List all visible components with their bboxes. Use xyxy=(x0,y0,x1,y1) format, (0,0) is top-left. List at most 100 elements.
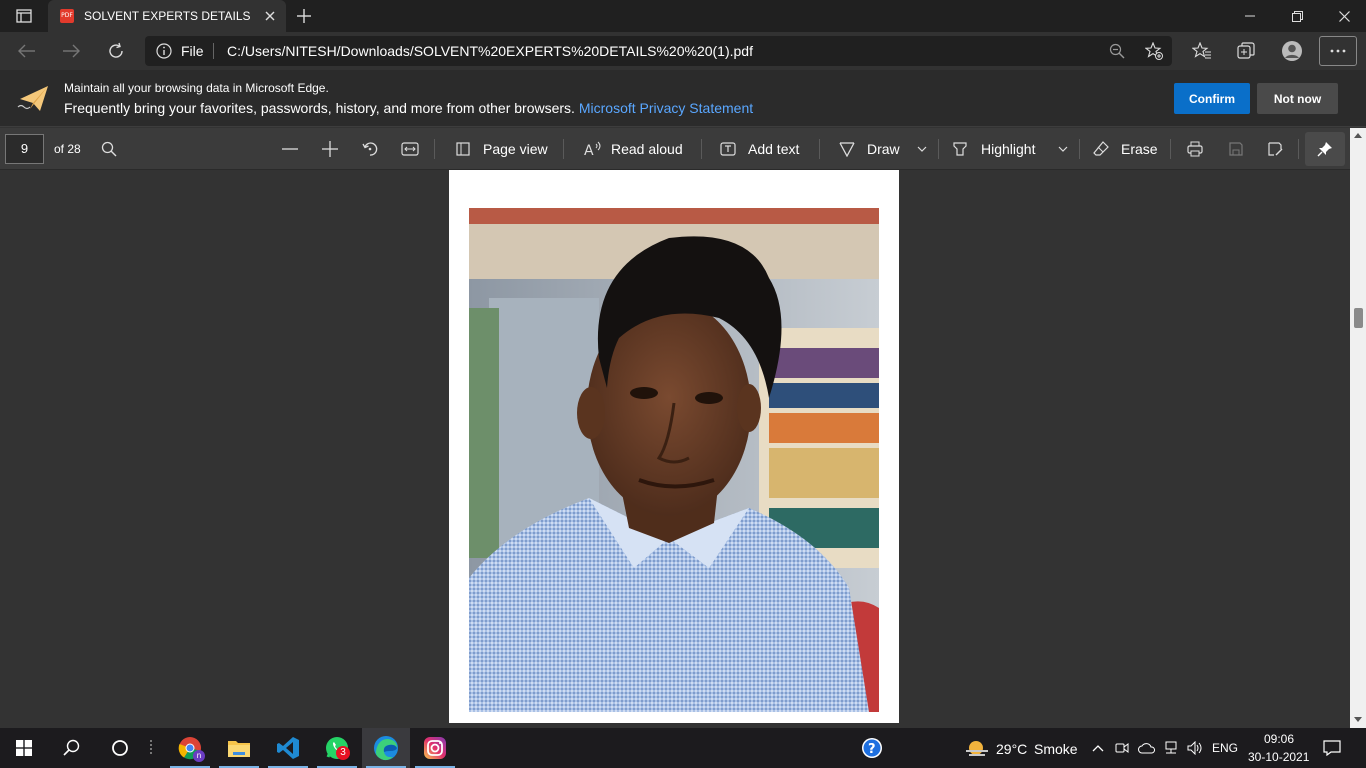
rotate-icon[interactable] xyxy=(361,140,379,158)
eraser-icon[interactable] xyxy=(1092,140,1110,158)
notifications-icon[interactable] xyxy=(1322,739,1342,757)
page-view-icon[interactable] xyxy=(454,140,472,158)
more-menu-icon[interactable] xyxy=(1319,36,1357,66)
favorites-icon[interactable] xyxy=(1190,41,1214,61)
pdf-toolbar: 9 of 28 Page view A Read aloud Add text … xyxy=(0,128,1366,170)
read-aloud-icon[interactable]: A xyxy=(583,140,603,158)
add-text-button[interactable]: Add text xyxy=(748,141,799,157)
save-as-icon[interactable] xyxy=(1266,140,1284,158)
toolbar-divider xyxy=(1079,139,1080,159)
weather-widget[interactable]: 29°C Smoke xyxy=(962,728,1082,768)
highlight-button[interactable]: Highlight xyxy=(981,141,1035,157)
task-view-divider xyxy=(150,740,152,756)
page-number-input[interactable]: 9 xyxy=(5,134,44,164)
tab-actions-icon[interactable] xyxy=(14,8,34,24)
taskbar-file-explorer[interactable] xyxy=(215,728,263,768)
read-aloud-button[interactable]: Read aloud xyxy=(611,141,683,157)
toolbar-divider xyxy=(701,139,702,159)
draw-icon[interactable] xyxy=(838,140,856,158)
tab-pdf[interactable]: PDF SOLVENT EXPERTS DETAILS (1).pdf xyxy=(48,0,286,32)
highlight-icon[interactable] xyxy=(951,140,969,158)
collections-icon[interactable] xyxy=(1234,41,1258,61)
help-tips-button[interactable]: ? xyxy=(848,728,896,768)
pdf-page xyxy=(449,170,899,723)
privacy-statement-link[interactable]: Microsoft Privacy Statement xyxy=(579,100,753,116)
onedrive-icon[interactable] xyxy=(1138,740,1156,756)
close-window-icon[interactable] xyxy=(1332,6,1356,26)
taskbar-whatsapp[interactable]: 3 xyxy=(313,728,361,768)
save-icon[interactable] xyxy=(1227,140,1245,158)
zoom-out-icon[interactable] xyxy=(1107,42,1127,60)
back-icon[interactable] xyxy=(16,41,38,61)
taskbar-edge[interactable] xyxy=(362,728,410,768)
zoom-in-pdf-icon[interactable] xyxy=(321,140,339,158)
close-tab-icon[interactable] xyxy=(262,8,278,24)
restore-icon[interactable] xyxy=(1285,6,1309,26)
tab-title: SOLVENT EXPERTS DETAILS (1).pdf xyxy=(84,9,254,23)
erase-button[interactable]: Erase xyxy=(1121,141,1158,157)
show-hidden-icons-icon[interactable] xyxy=(1090,740,1106,756)
add-text-icon[interactable] xyxy=(719,140,737,158)
cortana-button[interactable] xyxy=(96,728,144,768)
new-tab-icon[interactable] xyxy=(294,6,314,26)
vertical-scrollbar[interactable] xyxy=(1350,128,1366,728)
infobar-message-text: Frequently bring your favorites, passwor… xyxy=(64,100,575,116)
find-icon[interactable] xyxy=(100,140,118,158)
clock-date[interactable]: 30-10-2021 xyxy=(1248,750,1309,764)
navigation-bar: File C:/Users/NITESH/Downloads/SOLVENT%2… xyxy=(0,32,1366,70)
address-divider xyxy=(213,43,214,59)
fit-width-icon[interactable] xyxy=(400,140,420,158)
search-taskbar-button[interactable] xyxy=(48,728,96,768)
folder-icon xyxy=(228,741,250,757)
refresh-icon[interactable] xyxy=(105,41,127,61)
chrome-profile-badge: n xyxy=(193,750,205,762)
windows-logo-icon xyxy=(16,740,32,756)
weather-condition: Smoke xyxy=(1034,741,1078,757)
meet-now-icon[interactable] xyxy=(1114,740,1130,756)
clock-time[interactable]: 09:06 xyxy=(1264,732,1294,746)
zoom-out-pdf-icon[interactable] xyxy=(281,140,299,158)
weather-temperature: 29°C xyxy=(996,741,1028,757)
infobar-message: Frequently bring your favorites, passwor… xyxy=(64,100,753,116)
input-language[interactable]: ENG xyxy=(1212,741,1238,755)
pin-toolbar-button[interactable] xyxy=(1305,132,1345,166)
taskbar-chrome[interactable]: n xyxy=(166,728,214,768)
highlight-chevron-down-icon[interactable] xyxy=(1056,142,1070,156)
tab-strip: PDF SOLVENT EXPERTS DETAILS (1).pdf xyxy=(0,0,1366,32)
print-icon[interactable] xyxy=(1186,140,1204,158)
scrollbar-thumb[interactable] xyxy=(1354,308,1363,328)
toolbar-divider xyxy=(434,139,435,159)
search-icon xyxy=(63,739,80,756)
start-button[interactable] xyxy=(0,728,48,768)
taskbar-instagram[interactable] xyxy=(411,728,459,768)
vscode-icon xyxy=(277,737,299,759)
page-view-button[interactable]: Page view xyxy=(483,141,548,157)
add-favorite-icon[interactable] xyxy=(1143,42,1165,60)
toolbar-divider xyxy=(1170,139,1171,159)
portrait-photo xyxy=(469,208,879,712)
help-icon: ? xyxy=(862,738,882,758)
address-url[interactable]: C:/Users/NITESH/Downloads/SOLVENT%20EXPE… xyxy=(227,43,753,59)
pin-icon xyxy=(1316,140,1334,158)
scroll-down-icon[interactable] xyxy=(1353,714,1363,724)
confirm-button[interactable]: Confirm xyxy=(1174,83,1250,114)
address-bar[interactable]: File C:/Users/NITESH/Downloads/SOLVENT%2… xyxy=(145,36,1172,66)
network-icon[interactable] xyxy=(1162,740,1180,756)
draw-chevron-down-icon[interactable] xyxy=(915,142,929,156)
toolbar-divider xyxy=(938,139,939,159)
volume-icon[interactable] xyxy=(1186,740,1204,756)
taskbar-vscode[interactable] xyxy=(264,728,312,768)
pdf-document-area[interactable] xyxy=(0,170,1350,728)
scroll-up-icon[interactable] xyxy=(1353,130,1363,140)
minimize-icon[interactable] xyxy=(1238,6,1262,26)
edge-icon xyxy=(374,736,398,761)
profile-avatar-icon[interactable] xyxy=(1280,39,1304,63)
infobar-heading: Maintain all your browsing data in Micro… xyxy=(64,81,329,95)
draw-button[interactable]: Draw xyxy=(867,141,900,157)
info-icon[interactable] xyxy=(155,42,173,60)
forward-icon[interactable] xyxy=(60,41,82,61)
weather-haze-icon xyxy=(966,741,988,756)
not-now-button[interactable]: Not now xyxy=(1257,83,1338,114)
paper-plane-icon xyxy=(16,82,50,116)
pdf-file-icon: PDF xyxy=(60,9,74,23)
